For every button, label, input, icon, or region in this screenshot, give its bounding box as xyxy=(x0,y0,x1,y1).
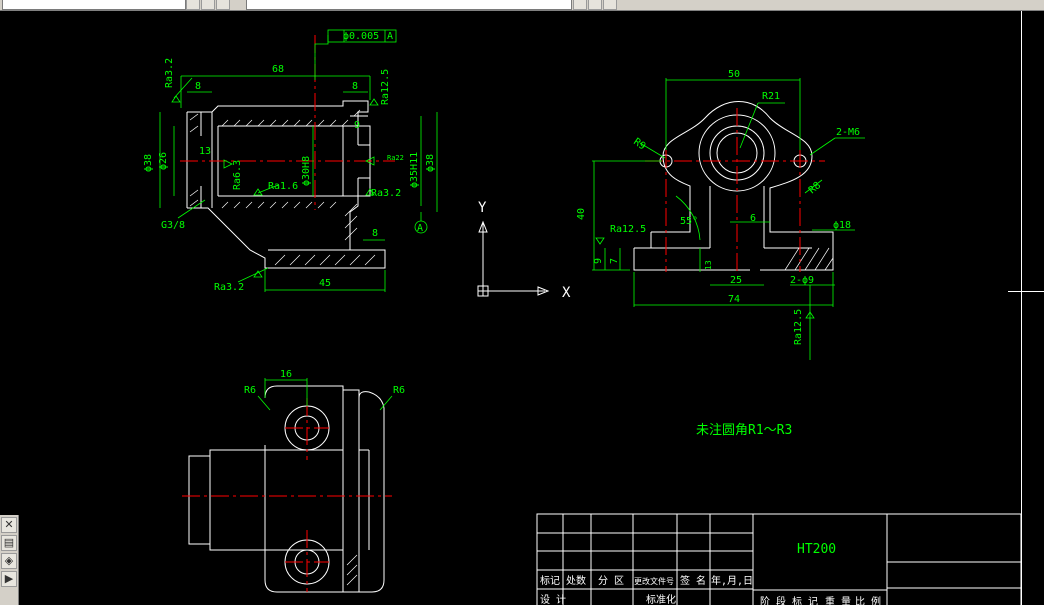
top-dimension-text: 16 R6 R6 xyxy=(244,369,405,396)
cursor-crosshair xyxy=(1008,291,1044,292)
ra125: Ra12.5 xyxy=(380,69,391,105)
m6: 2-M6 xyxy=(836,127,860,138)
row-label-5: 年,月,日 xyxy=(711,574,753,587)
r6-right: R6 xyxy=(393,385,405,396)
dia-30: ϕ30H8 xyxy=(301,156,312,186)
r8: R8 xyxy=(807,180,823,196)
style-combo[interactable] xyxy=(246,0,572,10)
dim-74: 74 xyxy=(728,294,740,305)
angle-55: 55° xyxy=(680,216,698,227)
dim-13: 13 xyxy=(199,146,211,157)
side-dimension-text: 50 R21 R9 2-M6 R8 40 Ra12.5 55° 6 ϕ18 9 … xyxy=(576,69,860,345)
material: HT200 xyxy=(797,542,836,557)
bottom-label-2: 阶 段 标 记 xyxy=(760,595,818,605)
dia-35: ϕ35H11 xyxy=(409,152,420,188)
top-hatching xyxy=(346,554,358,586)
datum-mark: A xyxy=(417,223,423,234)
top-dimensions xyxy=(257,378,393,411)
ra22: Ra22 xyxy=(387,154,404,162)
top-centerlines xyxy=(182,398,392,592)
dim-9-side: 9 xyxy=(593,258,604,264)
ra32a: Ra3.2 xyxy=(164,58,175,88)
ra63: Ra6.3 xyxy=(232,160,243,190)
row-label-1: 处数 xyxy=(566,574,586,587)
axis-y-label: Y xyxy=(478,200,487,216)
r6-left: R6 xyxy=(244,385,256,396)
toolbar-end-icon[interactable] xyxy=(603,0,617,10)
dia-38-right: ϕ38 xyxy=(425,154,436,172)
dia-18: ϕ18 xyxy=(833,220,851,231)
dim-68: 68 xyxy=(272,64,284,75)
layer-manager-icon[interactable] xyxy=(216,0,230,10)
cad-drawing-canvas[interactable]: ϕ0.005 A A 68 8 8 9 13 8 45 ϕ38 ϕ26 ϕ30H… xyxy=(0,11,1044,605)
title-block xyxy=(536,513,1022,605)
axis-x-label: X xyxy=(562,285,571,301)
side-view xyxy=(633,101,834,271)
dim-9: 9 xyxy=(354,120,360,131)
ra125-side: Ra12.5 xyxy=(610,224,646,235)
row-label-4: 签 名 xyxy=(680,574,706,587)
ra125-side-b: Ra12.5 xyxy=(793,309,804,345)
close-icon[interactable]: ✕ xyxy=(1,517,17,533)
row-label-3: 更改文件号 xyxy=(634,576,674,586)
row-label-0: 标记 xyxy=(540,575,560,587)
dim-8b: 8 xyxy=(352,81,358,92)
dia-38-left: ϕ38 xyxy=(143,154,154,172)
ucs-labels: Y X xyxy=(478,200,571,301)
holes: 2-ϕ9 xyxy=(790,275,814,286)
bottom-label-3: 重 量 xyxy=(825,595,851,605)
dim-13-side: 13 xyxy=(704,260,713,270)
play-icon[interactable]: ▶ xyxy=(1,571,17,587)
dim-8c: 8 xyxy=(372,228,378,239)
row-label-2: 分 区 xyxy=(598,575,624,587)
ra32b: Ra3.2 xyxy=(371,188,401,199)
bottom-label-1: 标准化 xyxy=(646,593,676,605)
layer-combo[interactable] xyxy=(2,0,186,10)
bottom-label-4: 比 例 xyxy=(855,595,881,605)
layer-prev-icon[interactable] xyxy=(201,0,215,10)
side-palette: ✕ ▤ ◈ ▶ xyxy=(0,515,19,605)
thread-g38: G3/8 xyxy=(161,220,185,231)
bottom-label-0: 设 计 xyxy=(540,593,566,605)
dim-50: 50 xyxy=(728,69,740,80)
toolbar xyxy=(0,0,1044,11)
dim-40: 40 xyxy=(576,208,587,220)
dim-45: 45 xyxy=(319,278,331,289)
r21: R21 xyxy=(762,91,780,102)
side-dimensions xyxy=(592,78,865,360)
dim-16: 16 xyxy=(280,369,292,380)
layer-state-icon[interactable] xyxy=(186,0,200,10)
dia-26: ϕ26 xyxy=(158,152,169,170)
r9: R9 xyxy=(631,136,647,152)
datum-ref: A xyxy=(387,31,393,42)
ucs-icon xyxy=(477,220,550,297)
geom-tol-value: ϕ0.005 xyxy=(343,31,379,42)
dim-6: 6 xyxy=(750,213,756,224)
dim-7: 7 xyxy=(609,258,620,264)
ra16: Ra1.6 xyxy=(268,181,298,192)
match-icon[interactable] xyxy=(588,0,602,10)
layer-icon[interactable]: ▤ xyxy=(1,535,17,551)
ra32c: Ra3.2 xyxy=(214,282,244,293)
top-view xyxy=(188,385,385,593)
properties-icon[interactable]: ◈ xyxy=(1,553,17,569)
fillet-note: 未注圆角R1～R3 xyxy=(696,423,792,438)
properties-icon[interactable] xyxy=(573,0,587,10)
dim-8a: 8 xyxy=(195,81,201,92)
side-hatching xyxy=(784,247,834,271)
viewport-edge xyxy=(1021,11,1022,605)
dim-25: 25 xyxy=(730,275,742,286)
